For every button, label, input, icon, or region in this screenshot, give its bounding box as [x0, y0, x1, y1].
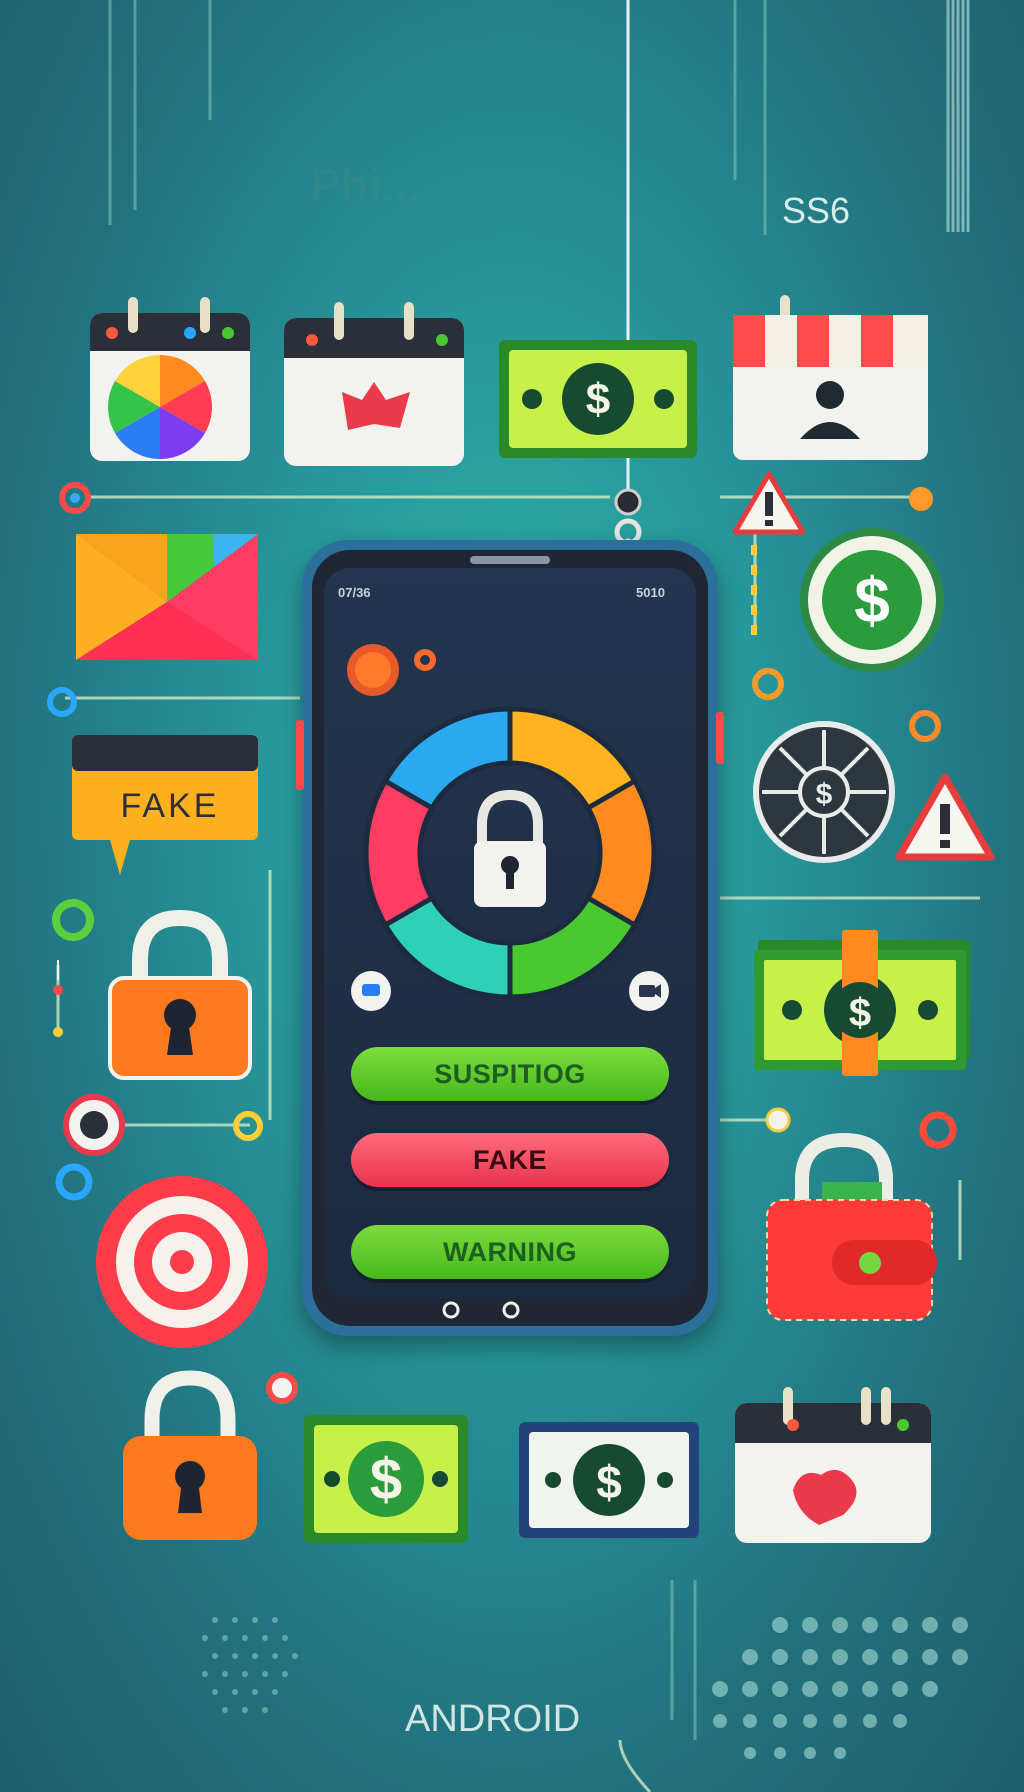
money-bill-icon: $: [499, 340, 697, 458]
wallet-lock-icon: [766, 1132, 937, 1321]
dollar-coin-icon: $: [800, 528, 944, 672]
warning-button[interactable]: WARNING: [351, 1225, 669, 1279]
pin-marks: [53, 960, 63, 1037]
target-icon: [96, 1176, 268, 1348]
corner-code: SS6: [782, 190, 851, 231]
money-bill-icon: $: [304, 1415, 468, 1543]
ring-dot-icon: [909, 710, 941, 742]
phone-side-button[interactable]: [296, 720, 304, 790]
phone-side-button[interactable]: [716, 712, 724, 764]
ring-dot-icon: [59, 482, 91, 514]
footer-label: ANDROID: [405, 1698, 581, 1740]
padlock-icon: [123, 1370, 257, 1540]
video-icon[interactable]: [626, 968, 672, 1014]
phone-nav-buttons[interactable]: [436, 1296, 526, 1324]
fake-button[interactable]: FAKE: [351, 1133, 669, 1187]
chat-icon[interactable]: [348, 968, 394, 1014]
phone-speaker: [470, 556, 550, 564]
svg-text:$: $: [596, 1456, 622, 1508]
infographic-canvas: Phi... SS6 $ $ FAKE $ $ $ $ ANDROID 07/3…: [0, 0, 1024, 1792]
calendar-heart-icon: [735, 1387, 931, 1543]
orange-dot-icon: [909, 487, 933, 511]
svg-text:$: $: [816, 778, 833, 811]
fake-card-label: FAKE: [120, 787, 220, 825]
money-bill-icon: $: [519, 1422, 699, 1538]
ring-dot-icon: [752, 668, 784, 700]
padlock-icon: [108, 910, 252, 1080]
ring-dot-icon: [47, 687, 77, 717]
dash-marks: [751, 545, 757, 635]
status-battery: 5010: [636, 585, 665, 600]
calendar-chart-icon: [90, 297, 250, 461]
badge-icon: [63, 1094, 125, 1156]
status-time: 07/36: [338, 585, 371, 600]
security-ring-lock-icon: [363, 706, 657, 1000]
ring-dot-icon: [266, 1372, 298, 1404]
dollar-wheel-icon: $: [753, 721, 895, 863]
svg-text:$: $: [854, 564, 890, 636]
warning-triangle-icon: [895, 773, 995, 861]
calendar-event-icon: [284, 302, 464, 466]
ring-dot-icon: [233, 1111, 263, 1141]
money-stack-icon: $ $: [754, 930, 970, 1076]
suspicious-button[interactable]: SUSPITIOG: [351, 1047, 669, 1101]
ring-dot-icon: [55, 1163, 93, 1201]
envelope-icon: [76, 534, 258, 660]
halftone-dots: [712, 1617, 968, 1759]
svg-text:$: $: [586, 375, 610, 424]
halftone-dots: [202, 1617, 298, 1713]
svg-text:$: $: [849, 991, 871, 1035]
ring-dot-icon: [52, 899, 94, 941]
notification-icons: [347, 644, 436, 696]
svg-text:$: $: [370, 1447, 402, 1512]
storefront-icon: [733, 295, 928, 460]
faded-title: Phi...: [310, 159, 420, 211]
